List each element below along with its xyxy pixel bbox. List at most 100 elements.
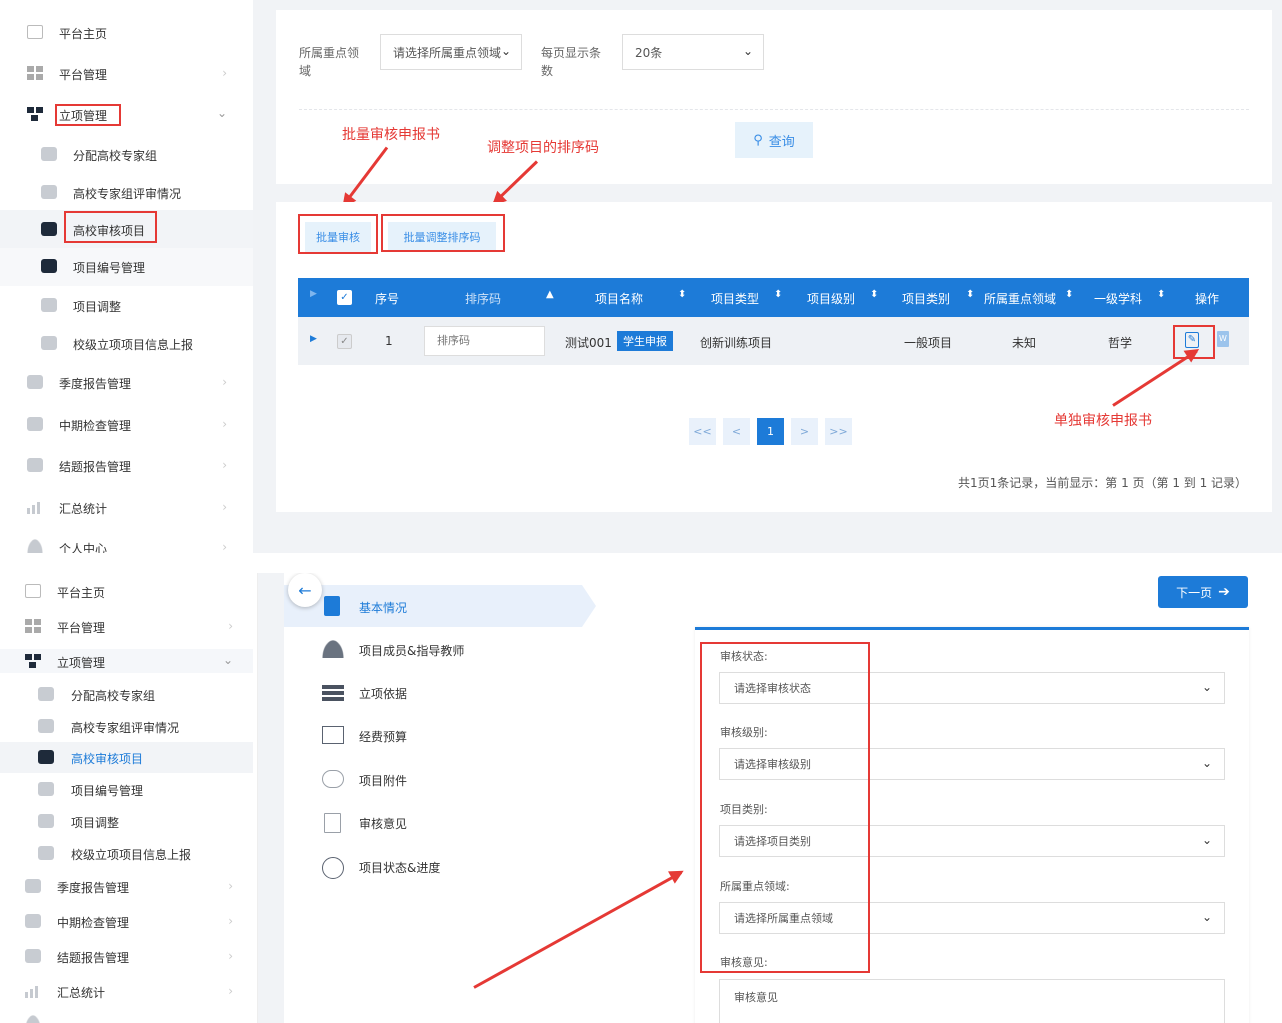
page-next-button[interactable]: > — [791, 418, 818, 445]
back-button[interactable]: ← — [288, 573, 322, 607]
sidebar-item-review-projects[interactable]: 高校审核项目 — [0, 742, 253, 773]
sidebar-item-label: 分配高校专家组 — [71, 689, 156, 703]
page-prev-button[interactable]: < — [723, 418, 750, 445]
query-button[interactable]: ⚲ 查询 — [735, 122, 813, 158]
sidebar-item-number-mgmt[interactable]: 项目编号管理 — [0, 248, 253, 286]
page-current-button[interactable]: 1 — [757, 418, 784, 445]
word-file-icon[interactable]: W — [1217, 331, 1229, 347]
cube-icon — [38, 846, 54, 860]
sidebar-item-label: 立项管理 — [57, 656, 106, 670]
sort-icon[interactable]: ⬍ — [870, 289, 878, 300]
cell-type: 创新训练项目 — [700, 336, 773, 350]
chevron-down-icon: ⌄ — [500, 44, 511, 58]
step-opinion[interactable]: 审核意见 — [284, 801, 584, 843]
sidebar-item-stats[interactable]: 汇总统计 › — [0, 981, 253, 1001]
sidebar-item-label: 平台主页 — [57, 586, 106, 600]
sidebar-item-platform[interactable]: 平台管理 › — [0, 616, 253, 636]
sidebar-item-report[interactable]: 校级立项项目信息上报 — [0, 843, 253, 863]
row-checkbox[interactable]: ✓ — [337, 334, 352, 349]
opinion-textarea[interactable]: 审核意见 — [719, 979, 1225, 1023]
next-page-button[interactable]: 下一页 ➔ — [1158, 576, 1248, 608]
header-index: 序号 — [375, 292, 400, 306]
field-select[interactable]: 请选择所属重点领域 ⌄ — [380, 34, 522, 70]
sidebar-item-final[interactable]: 结题报告管理 › — [0, 946, 253, 966]
sidebar-item-number-mgmt[interactable]: 项目编号管理 — [0, 779, 253, 799]
sidebar-item-midterm[interactable]: 中期检查管理 › — [0, 414, 253, 434]
chevron-right-icon: › — [228, 879, 233, 893]
annotation-batch-review: 批量审核申报书 — [342, 127, 440, 143]
chevron-right-icon: › — [228, 914, 233, 928]
header-category[interactable]: 项目类别 — [902, 290, 950, 307]
step-label: 立项依据 — [359, 687, 408, 701]
sidebar-item-home[interactable]: 平台主页 — [0, 581, 253, 601]
chart-icon — [27, 500, 43, 514]
sidebar-item-label: 汇总统计 — [57, 986, 106, 1000]
sort-code-input[interactable] — [424, 326, 545, 356]
cube-icon — [25, 949, 41, 963]
sidebar-item-stats[interactable]: 汇总统计 › — [0, 497, 253, 517]
sidebar-item-final[interactable]: 结题报告管理 › — [0, 455, 253, 475]
sidebar-item-label: 平台管理 — [59, 68, 108, 82]
header-level[interactable]: 项目级别 — [807, 290, 855, 307]
divider — [299, 109, 1249, 110]
chevron-right-icon: › — [222, 375, 227, 389]
chevron-right-icon: › — [228, 949, 233, 963]
cube-icon — [41, 222, 57, 236]
sidebar-item-project-mgmt[interactable]: 立项管理 ⌄ — [0, 649, 253, 673]
step-label: 项目附件 — [359, 774, 408, 788]
header-sort-code[interactable]: 排序码 — [465, 290, 501, 307]
sidebar-item-label: 项目调整 — [71, 816, 120, 830]
sort-icon[interactable]: ⬍ — [1065, 289, 1073, 300]
records-summary: 共1页1条记录，当前显示：第 1 页（第 1 到 1 记录） — [958, 476, 1248, 490]
sidebar-item-label: 个人中心 — [59, 542, 108, 553]
header-type[interactable]: 项目类型 — [711, 290, 759, 307]
users-icon — [322, 640, 344, 658]
sort-icon[interactable]: ⬍ — [966, 289, 974, 300]
header-subject[interactable]: 一级学科 — [1094, 290, 1142, 307]
query-button-label: 查询 — [768, 134, 795, 150]
screenshot-review-form: 平台主页 平台管理 › 立项管理 ⌄ 分配高校专家组 高校专家组评审情况 高校审… — [0, 573, 1282, 1023]
chevron-down-icon: ⌄ — [222, 653, 233, 667]
sidebar-item-midterm[interactable]: 中期检查管理 › — [0, 911, 253, 931]
expand-row-icon[interactable]: ▶ — [310, 334, 317, 344]
sort-icon[interactable]: ⬍ — [774, 289, 782, 300]
sidebar-item-profile[interactable]: 个人中心 › — [0, 537, 253, 553]
sort-asc-icon[interactable]: ▲ — [546, 289, 554, 300]
sidebar-item-project-mgmt[interactable]: 立项管理 ⌄ — [0, 94, 253, 134]
sidebar-item-group-review[interactable]: 高校专家组评审情况 — [0, 182, 253, 202]
page-size-select[interactable]: 20条 ⌄ — [622, 34, 764, 70]
cell-name: 测试001 — [565, 336, 612, 350]
step-label: 审核意见 — [359, 817, 408, 831]
opinion-placeholder: 审核意见 — [734, 991, 778, 1004]
step-members[interactable]: 项目成员&指导教师 — [284, 628, 584, 670]
page-first-button[interactable]: << — [689, 418, 716, 445]
sidebar-item-quarterly[interactable]: 季度报告管理 › — [0, 372, 253, 392]
sidebar-item-adjust[interactable]: 项目调整 — [0, 811, 253, 831]
sidebar-item-group-review[interactable]: 高校专家组评审情况 — [0, 716, 253, 736]
sort-icon[interactable]: ⬍ — [1157, 289, 1165, 300]
step-basis[interactable]: 立项依据 — [284, 671, 584, 713]
windows-icon — [27, 66, 43, 80]
sidebar-item-quarterly[interactable]: 季度报告管理 › — [0, 876, 253, 896]
step-attachments[interactable]: 项目附件 — [284, 758, 584, 800]
sidebar-item-report[interactable]: 校级立项项目信息上报 — [0, 333, 253, 353]
sidebar-item-assign-group[interactable]: 分配高校专家组 — [0, 144, 253, 164]
sidebar-item-assign-group[interactable]: 分配高校专家组 — [0, 684, 253, 704]
cell-category: 一般项目 — [904, 336, 953, 350]
sidebar-item-profile[interactable] — [0, 1015, 253, 1023]
step-basic-info[interactable]: 基本情况 — [284, 585, 596, 627]
cube-icon — [38, 814, 54, 828]
sort-icon[interactable]: ⬍ — [678, 289, 686, 300]
header-name[interactable]: 项目名称 — [595, 290, 643, 307]
header-field[interactable]: 所属重点领域 — [984, 290, 1056, 307]
cube-icon — [25, 914, 41, 928]
chevron-right-icon: › — [222, 458, 227, 472]
sidebar-item-home[interactable]: 平台主页 — [0, 22, 253, 42]
select-all-checkbox[interactable]: ✓ — [337, 290, 352, 305]
page-size-value: 20条 — [635, 45, 663, 60]
sidebar-item-adjust[interactable]: 项目调整 — [0, 295, 253, 315]
step-budget[interactable]: 经费预算 — [284, 714, 584, 756]
page-last-button[interactable]: >> — [825, 418, 852, 445]
step-status[interactable]: 项目状态&进度 — [284, 845, 584, 887]
sidebar-item-platform[interactable]: 平台管理 › — [0, 63, 253, 83]
